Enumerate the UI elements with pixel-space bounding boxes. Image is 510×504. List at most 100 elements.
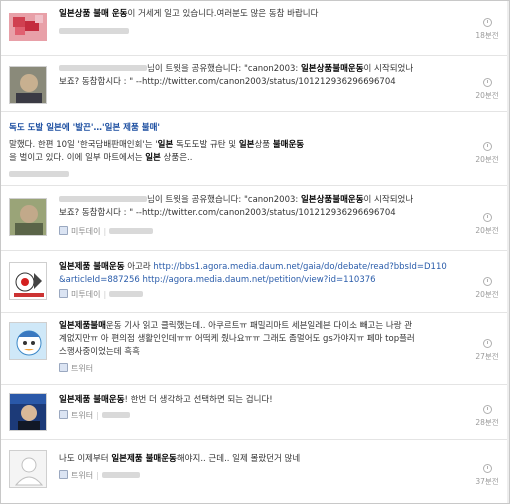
keyword-highlight: 일본제품 불매운동 bbox=[59, 262, 125, 272]
feed-source: 트위터 | bbox=[59, 470, 140, 482]
text-segment: 이 시작되었나 bbox=[363, 64, 414, 74]
clock-icon bbox=[482, 78, 492, 87]
feed-line: 님이 트윗을 공유했습니다: "canon2003: 일본상품불매운동이 시작되… bbox=[59, 194, 449, 207]
feed-line: 말했다. 한편 10일 '한국담배판매인회'는 '일본 독도도발 규탄 및 일본… bbox=[9, 139, 449, 152]
blurred-user bbox=[109, 291, 144, 297]
clock-icon bbox=[482, 339, 492, 348]
feed-text: 일본제품 불매운동! 한번 더 생각하고 선택하면 되는 겁니다! bbox=[59, 394, 449, 407]
avatar[interactable] bbox=[9, 198, 47, 236]
blurred-user bbox=[101, 412, 130, 418]
avatar[interactable] bbox=[9, 262, 47, 300]
avatar-blurred-icon bbox=[9, 13, 47, 41]
feed-item[interactable]: 나도 이제부터 일본제품 불매운동해야지.. 근데.. 일제 몰랐던거 많네 트… bbox=[1, 440, 509, 503]
feed-item[interactable]: 일본상품 불매 운동이 거세게 일고 있습니다.여러분도 많은 동참 바랍니다 … bbox=[1, 1, 509, 56]
text-segment: 운동 기사 읽고 클릭했는데.. 아쿠르트ㅠ 패밀리마트 세븐일레븐 다이소 빼… bbox=[105, 321, 413, 331]
feed-line: 일본제품 불매운동 아고라 http://bbs1.agora.media.da… bbox=[59, 261, 449, 274]
text-segment: 아고라 bbox=[124, 262, 154, 272]
avatar[interactable] bbox=[9, 450, 47, 488]
blurred-user bbox=[59, 65, 147, 71]
keyword-highlight: 불매운동 bbox=[272, 140, 305, 150]
blurred-user bbox=[59, 196, 147, 202]
keyword-highlight: 일본제품 불매운동 bbox=[59, 395, 125, 405]
feed-line: 스행사중이었는데 흑흑 bbox=[59, 346, 449, 359]
feed-source bbox=[59, 26, 129, 38]
text-segment: 보죠? 동참합시다 : " --http://twitter.com/canon… bbox=[59, 208, 396, 218]
feed-item[interactable]: 일본제품불매운동 기사 읽고 클릭했는데.. 아쿠르트ㅠ 패밀리마트 세븐일레븐… bbox=[1, 313, 509, 385]
text-segment: ! 한번 더 생각하고 선택하면 되는 겁니다! bbox=[124, 395, 273, 405]
text-segment: 님이 트윗을 공유했습니다: "canon2003: bbox=[147, 64, 301, 74]
keyword-highlight: 일본 bbox=[238, 140, 255, 150]
feed-line: 을 벌이고 있다. 이에 일부 마트에서는 일본 상품은.. bbox=[9, 152, 449, 165]
me2day-icon bbox=[59, 226, 68, 235]
clock-icon bbox=[482, 142, 492, 151]
text-segment: 을 벌이고 있다. 이에 일부 마트에서는 bbox=[9, 153, 146, 163]
clock-icon bbox=[482, 213, 492, 222]
avatar[interactable] bbox=[9, 9, 47, 47]
avatar-cartoon-icon bbox=[10, 323, 46, 359]
blurred-user bbox=[59, 28, 129, 34]
feed-text: 일본제품 불매운동 아고라 http://bbs1.agora.media.da… bbox=[59, 261, 449, 287]
timestamp: 20분전 bbox=[475, 142, 499, 165]
avatar[interactable] bbox=[9, 322, 47, 360]
feed-item[interactable]: 님이 트윗을 공유했습니다: "canon2003: 일본상품불매운동이 시작되… bbox=[1, 56, 509, 112]
avatar-photo-icon bbox=[10, 199, 46, 235]
feed-text: 일본상품 불매 운동이 거세게 일고 있습니다.여러분도 많은 동참 바랍니다 bbox=[59, 8, 449, 21]
news-title-link[interactable]: 독도 도발 일본에 '발끈'…'일본 제품 불매' bbox=[9, 122, 449, 135]
feed-text: 님이 트윗을 공유했습니다: "canon2003: 일본상품불매운동이 시작되… bbox=[59, 63, 449, 89]
feed-item[interactable]: 일본제품 불매운동 아고라 http://bbs1.agora.media.da… bbox=[1, 251, 509, 313]
clock-icon bbox=[482, 405, 492, 414]
avatar[interactable] bbox=[9, 66, 47, 104]
text-segment: 독도도발 규탄 및 bbox=[173, 140, 239, 150]
feed-line: 보죠? 동참합시다 : " --http://twitter.com/canon… bbox=[59, 207, 449, 220]
feed-item[interactable]: 일본제품 불매운동! 한번 더 생각하고 선택하면 되는 겁니다! 트위터 | 2… bbox=[1, 385, 509, 440]
clock-icon bbox=[482, 18, 492, 27]
text-segment: 이 시작되었나 bbox=[363, 195, 414, 205]
feed-line: 님이 트윗을 공유했습니다: "canon2003: 일본상품불매운동이 시작되… bbox=[59, 63, 449, 76]
timestamp: 27분전 bbox=[475, 339, 499, 362]
keyword-highlight: 일본상품 불매 운동 bbox=[59, 9, 128, 19]
feed-source: 미투데이 | bbox=[59, 226, 154, 238]
me2day-icon bbox=[59, 289, 68, 298]
feed-item[interactable]: 독도 도발 일본에 '발끈'…'일본 제품 불매' 말했다. 한편 10일 '한… bbox=[1, 112, 509, 186]
text-segment: 해야지.. 근데.. 일제 몰랐던거 많네 bbox=[176, 454, 301, 464]
text-segment: 상품은.. bbox=[160, 153, 193, 163]
default-avatar-icon bbox=[14, 457, 44, 486]
feed-source: 트위터 | bbox=[59, 410, 130, 422]
twitter-icon bbox=[59, 363, 68, 372]
timestamp: 37분전 bbox=[475, 464, 499, 487]
url-link[interactable]: http://bbs1.agora.media.daum.net/gaia/do… bbox=[153, 262, 446, 272]
twitter-icon bbox=[59, 410, 68, 419]
clock-icon bbox=[482, 277, 492, 286]
feed-line: 보죠? 동참합시다 : " --http://twitter.com/canon… bbox=[59, 76, 449, 89]
feed-line: 일본상품 불매 운동이 거세게 일고 있습니다.여러분도 많은 동참 바랍니다 bbox=[59, 8, 449, 21]
blurred-user bbox=[109, 228, 154, 234]
text-segment: 이 거세게 일고 있습니다.여러분도 많은 동참 바랍니다 bbox=[127, 9, 319, 19]
avatar-photo-icon bbox=[10, 67, 46, 103]
timestamp: 20분전 bbox=[475, 213, 499, 236]
avatar[interactable] bbox=[9, 393, 47, 431]
feed-line: 계없지만ㅠ 아 편의점 생활인인데ㅠㅠ 어떡케 줬나요ㅠㅠ 그래도 좀멀어도 g… bbox=[59, 333, 449, 346]
feed-line: &articleId=887256 http://agora.media.dau… bbox=[59, 274, 449, 287]
scrollbar[interactable] bbox=[507, 1, 509, 503]
social-feed-panel: 일본상품 불매 운동이 거세게 일고 있습니다.여러분도 많은 동참 바랍니다 … bbox=[0, 0, 510, 504]
text-segment: 말했다. 한편 10일 '한국담배판매인회'는 ' bbox=[9, 140, 158, 150]
keyword-highlight: 일본제품 불매운동 bbox=[111, 454, 177, 464]
feed-source: 미투데이 | bbox=[59, 289, 144, 301]
text-segment: 계없지만ㅠ 아 편의점 생활인인데ㅠㅠ 어떡케 줬나요ㅠㅠ 그래도 좀멀어도 g… bbox=[59, 334, 415, 344]
feed-line: 일본제품 불매운동! 한번 더 생각하고 선택하면 되는 겁니다! bbox=[59, 394, 449, 407]
url-link[interactable]: &articleId=887256 http://agora.media.dau… bbox=[59, 275, 376, 285]
keyword-highlight: 일본 bbox=[157, 140, 174, 150]
twitter-icon bbox=[59, 470, 68, 479]
feed-item[interactable]: 님이 트윗을 공유했습니다: "canon2003: 일본상품불매운동이 시작되… bbox=[1, 186, 509, 251]
keyword-highlight: 일본제품불매 bbox=[59, 321, 106, 331]
text-segment: 나도 이제부터 bbox=[59, 454, 112, 464]
feed-text: 독도 도발 일본에 '발끈'…'일본 제품 불매' 말했다. 한편 10일 '한… bbox=[9, 122, 449, 165]
keyword-highlight: 일본상품불매운동 bbox=[300, 195, 364, 205]
feed-text: 님이 트윗을 공유했습니다: "canon2003: 일본상품불매운동이 시작되… bbox=[59, 194, 449, 220]
feed-line: 나도 이제부터 일본제품 불매운동해야지.. 근데.. 일제 몰랐던거 많네 bbox=[59, 453, 449, 466]
feed-text: 나도 이제부터 일본제품 불매운동해야지.. 근데.. 일제 몰랐던거 많네 bbox=[59, 453, 449, 466]
text-segment: 님이 트윗을 공유했습니다: "canon2003: bbox=[147, 195, 301, 205]
text-segment: 상품 bbox=[254, 140, 273, 150]
blurred-user bbox=[9, 171, 69, 177]
feed-source: 트위터 bbox=[59, 363, 93, 375]
